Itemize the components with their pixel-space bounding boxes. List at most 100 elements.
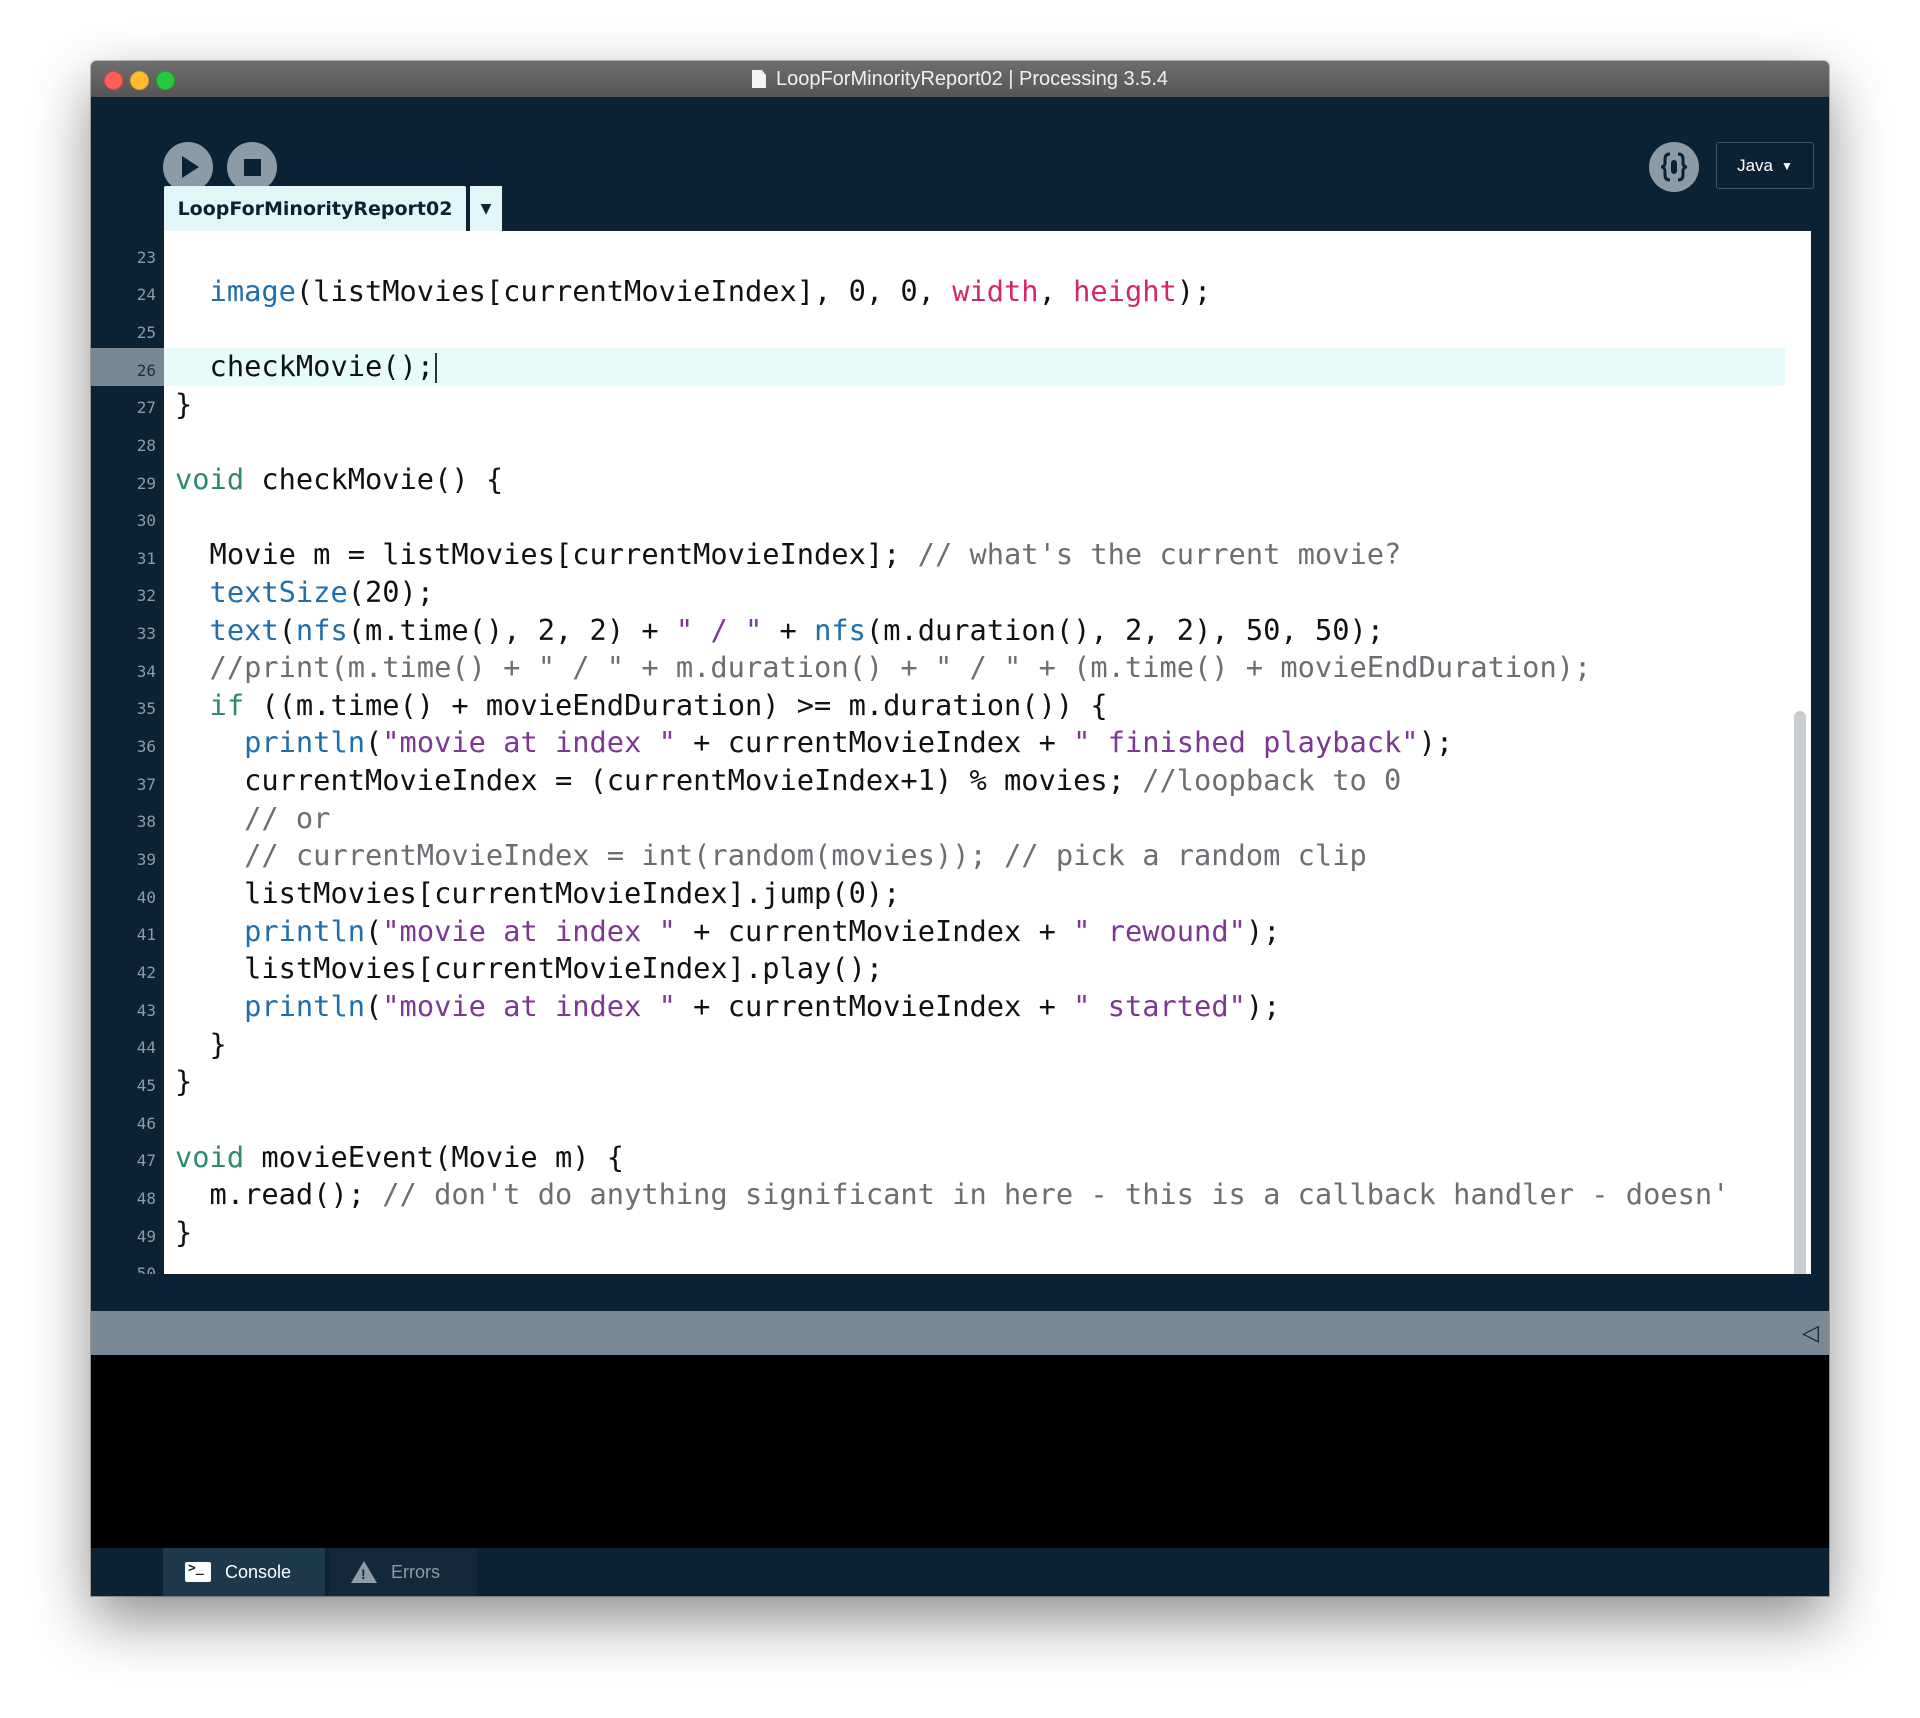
code-line[interactable]: 50 xyxy=(91,1252,1785,1274)
line-number: 39 xyxy=(136,850,156,870)
code-text: m.read(); // don't do anything significa… xyxy=(175,1176,1730,1214)
code-token: Movie m = listMovies[currentMovieIndex]; xyxy=(175,537,918,572)
code-token: movieEvent(Movie m) { xyxy=(244,1139,625,1174)
code-editor[interactable]: 23 24 image(listMovies[currentMovieIndex]… xyxy=(91,231,1811,1274)
code-line[interactable]: 48 m.read(); // don't do anything signif… xyxy=(91,1176,1785,1214)
code-token: // or xyxy=(244,800,331,835)
code-token: listMovies[currentMovieIndex].play(); xyxy=(175,951,884,986)
code-line[interactable]: 46 xyxy=(91,1101,1785,1139)
code-line[interactable]: 23 xyxy=(91,235,1785,273)
line-number: 46 xyxy=(136,1113,156,1133)
code-line[interactable]: 38 // or xyxy=(91,800,1785,838)
code-line[interactable]: 24 image(listMovies[currentMovieIndex], … xyxy=(91,273,1785,311)
code-text: // currentMovieIndex = int(random(movies… xyxy=(175,837,1367,875)
code-token: text xyxy=(209,612,279,647)
tab-menu-button[interactable]: ▼ xyxy=(470,186,502,231)
code-token: width xyxy=(952,273,1039,308)
code-token: nfs xyxy=(295,612,348,647)
console-output[interactable] xyxy=(91,1355,1829,1548)
code-token: currentMovieIndex = (currentMovieIndex+1… xyxy=(175,763,1143,798)
code-line[interactable]: 45} xyxy=(91,1063,1785,1101)
console-tab-label: Console xyxy=(225,1561,292,1582)
run-button[interactable] xyxy=(163,142,213,192)
code-token: image xyxy=(209,273,296,308)
code-text: // or xyxy=(175,800,330,838)
code-token: listMovies[currentMovieIndex].jump(0); xyxy=(175,876,901,911)
code-line[interactable]: 25 xyxy=(91,310,1785,348)
line-number: 48 xyxy=(136,1188,156,1208)
line-number: 33 xyxy=(136,624,156,644)
code-token: (m.time(), 2, 2) + xyxy=(347,612,676,647)
stop-button[interactable] xyxy=(227,142,277,192)
code-line[interactable]: 36 println("movie at index " + currentMo… xyxy=(91,724,1785,762)
code-text: if ((m.time() + movieEndDuration) >= m.d… xyxy=(175,687,1108,725)
code-line[interactable]: 29 void checkMovie() { xyxy=(91,461,1785,499)
code-line[interactable]: 49} xyxy=(91,1214,1785,1252)
code-token: } xyxy=(175,1214,193,1249)
code-token: + currentMovieIndex + xyxy=(675,989,1074,1023)
code-line[interactable]: 33 text(nfs(m.time(), 2, 2) + " / " + nf… xyxy=(91,612,1785,650)
code-line[interactable]: 40 listMovies[currentMovieIndex].jump(0)… xyxy=(91,875,1785,913)
tab-sketch[interactable]: LoopForMinorityReport02 xyxy=(164,186,466,231)
tab-console[interactable]: Console xyxy=(163,1548,325,1596)
text-caret xyxy=(435,352,438,383)
code-token: ((m.time() + movieEndDuration) >= m.dura… xyxy=(244,687,1108,722)
code-line[interactable]: 39 // currentMovieIndex = int(random(mov… xyxy=(91,837,1785,875)
code-token: ( xyxy=(365,913,383,948)
code-text: listMovies[currentMovieIndex].play(); xyxy=(175,950,883,988)
code-line[interactable]: 26 checkMovie(); xyxy=(91,347,1785,386)
code-token: " / " xyxy=(675,612,763,647)
line-number: 36 xyxy=(136,737,156,757)
mode-label: Java xyxy=(1737,155,1774,175)
play-icon xyxy=(182,156,199,178)
code-token: println xyxy=(244,913,365,948)
code-line[interactable]: 30 xyxy=(91,499,1785,537)
code-token: //loopback to 0 xyxy=(1142,763,1402,798)
code-token: ); xyxy=(1418,725,1454,760)
code-line[interactable]: 41 println("movie at index " + currentMo… xyxy=(91,913,1785,951)
window-title: LoopForMinorityReport02 | Processing 3.5… xyxy=(775,67,1169,90)
line-number: 32 xyxy=(136,586,156,606)
collapse-console-icon[interactable]: ◁ xyxy=(1802,1321,1819,1346)
code-text: } xyxy=(175,1214,192,1252)
code-line[interactable]: 32 textSize(20); xyxy=(91,574,1785,612)
line-number: 30 xyxy=(136,511,156,531)
code-line[interactable]: 47 void movieEvent(Movie m) { xyxy=(91,1139,1785,1177)
tab-errors[interactable]: Errors xyxy=(329,1548,477,1596)
code-text: } xyxy=(175,1063,192,1101)
code-text: listMovies[currentMovieIndex].jump(0); xyxy=(175,875,900,913)
code-token: //print(m.time() + " / " + m.duration() … xyxy=(209,650,1592,685)
vertical-scrollbar[interactable] xyxy=(1794,711,1806,1274)
line-number: 23 xyxy=(136,247,156,267)
mode-selector[interactable]: Java ▼ xyxy=(1716,142,1814,189)
code-line[interactable]: 27} xyxy=(91,386,1785,424)
code-text: void movieEvent(Movie m) { xyxy=(175,1139,624,1177)
code-line[interactable]: 35 if ((m.time() + movieEndDuration) >= … xyxy=(91,687,1785,725)
code-token: ); xyxy=(1176,273,1212,308)
code-text: } xyxy=(175,1026,227,1064)
code-token: "movie at index " xyxy=(382,913,676,948)
code-text: } xyxy=(175,386,192,424)
line-number: 49 xyxy=(136,1226,156,1246)
code-line[interactable]: 34 //print(m.time() + " / " + m.duration… xyxy=(91,649,1785,687)
code-line[interactable]: 42 listMovies[currentMovieIndex].play(); xyxy=(91,950,1785,988)
code-token: checkMovie(); xyxy=(175,348,435,383)
code-line[interactable]: 43 println("movie at index " + currentMo… xyxy=(91,988,1785,1026)
line-number: 31 xyxy=(136,548,156,568)
line-number: 28 xyxy=(136,435,156,455)
code-token: } xyxy=(175,1026,227,1061)
line-number: 47 xyxy=(136,1151,156,1171)
console-icon xyxy=(185,1561,211,1582)
code-line[interactable]: 28 xyxy=(91,423,1785,461)
code-line[interactable]: 44 } xyxy=(91,1026,1785,1064)
code-token: // don't do anything significant in here… xyxy=(382,1177,1730,1212)
code-line[interactable]: 31 Movie m = listMovies[currentMovieInde… xyxy=(91,536,1785,574)
processing-window: LoopForMinorityReport02 | Processing 3.5… xyxy=(91,61,1829,1596)
line-number: 38 xyxy=(136,812,156,832)
debugger-button[interactable] xyxy=(1649,142,1699,192)
code-line[interactable]: 37 currentMovieIndex = (currentMovieInde… xyxy=(91,762,1785,800)
